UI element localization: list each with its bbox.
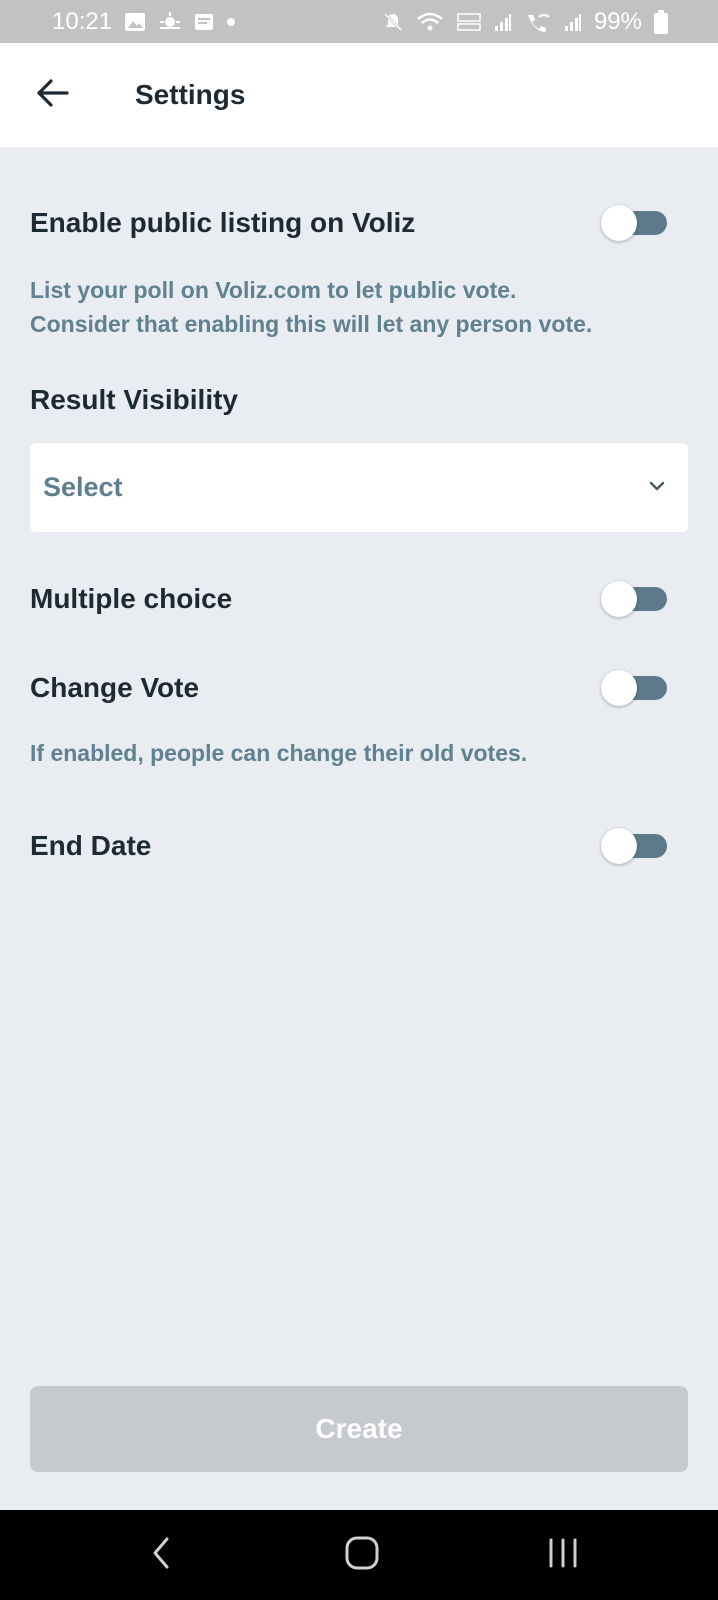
nav-home-button[interactable] — [332, 1530, 392, 1580]
arrow-left-icon — [35, 78, 69, 113]
change-vote-label: Change Vote — [30, 672, 200, 703]
change-vote-toggle[interactable] — [601, 670, 669, 706]
multiple-choice-toggle[interactable] — [601, 581, 669, 617]
home-icon — [344, 1535, 380, 1576]
wifi-icon — [416, 11, 444, 33]
public-listing-label: Enable public listing on Voliz — [30, 207, 416, 238]
public-listing-description: List your poll on Voliz.com to let publi… — [30, 273, 690, 341]
public-listing-toggle[interactable] — [601, 205, 669, 241]
toggle-thumb — [601, 581, 637, 617]
toggle-thumb — [601, 828, 637, 864]
multiple-choice-label: Multiple choice — [30, 583, 233, 614]
end-date-row: End Date — [30, 828, 688, 864]
message-icon — [194, 12, 214, 32]
end-date-label: End Date — [30, 830, 152, 861]
weather-icon — [158, 11, 182, 32]
chevron-down-icon — [648, 479, 666, 497]
public-listing-description-line1: List your poll on Voliz.com to let publi… — [30, 277, 517, 303]
nav-recents-button[interactable] — [533, 1530, 593, 1580]
end-date-toggle[interactable] — [601, 828, 669, 864]
signal-icon-2 — [564, 12, 582, 32]
signal-icon — [494, 12, 512, 32]
public-listing-description-line2: Consider that enabling this will let any… — [30, 311, 593, 337]
result-visibility-label: Result Visibility — [30, 384, 238, 415]
status-right: 99% — [382, 8, 668, 36]
recents-icon — [546, 1537, 580, 1574]
dot-icon — [226, 17, 236, 27]
status-left: 10:21 — [52, 8, 236, 36]
change-vote-row: Change Vote — [30, 670, 688, 706]
app-bar: Settings — [0, 43, 718, 147]
page-title: Settings — [135, 79, 246, 110]
volte-icon — [456, 11, 482, 33]
wifi-call-icon — [524, 11, 552, 33]
change-vote-description: If enabled, people can change their old … — [30, 740, 528, 766]
status-bar: 10:21 99% — [0, 0, 718, 43]
toggle-thumb — [601, 670, 637, 706]
battery-percent: 99% — [593, 7, 642, 35]
back-button[interactable] — [22, 65, 82, 125]
toggle-thumb — [601, 205, 637, 241]
navigation-bar — [0, 1510, 718, 1600]
public-listing-row: Enable public listing on Voliz — [30, 205, 688, 241]
result-visibility-value: Select — [43, 472, 123, 502]
nav-back-icon — [150, 1536, 172, 1575]
multiple-choice-row: Multiple choice — [30, 581, 688, 617]
result-visibility-select[interactable]: Select — [30, 443, 688, 532]
create-button[interactable]: Create — [30, 1386, 688, 1472]
nav-back-button[interactable] — [131, 1530, 191, 1580]
mute-icon — [382, 11, 404, 33]
battery-icon — [654, 9, 668, 34]
gallery-icon — [124, 12, 146, 32]
status-time: 10:21 — [52, 7, 113, 35]
